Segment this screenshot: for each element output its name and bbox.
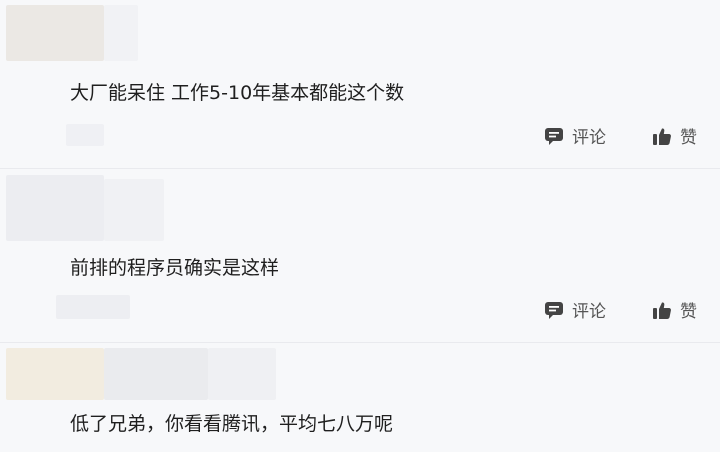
comment-list: 大厂能呆住 工作5-10年基本都能这个数 评论 赞 前排的程序员确实是这样 评论… [0, 0, 720, 452]
like-label: 赞 [680, 302, 697, 322]
blurred-user-info [6, 175, 104, 241]
blurred-user-info [104, 179, 164, 241]
like-button[interactable]: 赞 [652, 123, 697, 148]
comment-button[interactable]: 评论 [544, 297, 606, 322]
blurred-meta [66, 124, 104, 146]
blurred-meta [56, 295, 130, 319]
comment-item: 低了兄弟，你看看腾讯，平均七八万呢 [0, 343, 720, 452]
blurred-user-info [6, 5, 104, 61]
blurred-user-info [208, 348, 276, 400]
comment-text: 前排的程序员确实是这样 [70, 257, 280, 279]
comment-label: 评论 [572, 128, 606, 148]
blurred-user-info [6, 348, 104, 400]
comment-label: 评论 [572, 302, 606, 322]
comment-text: 大厂能呆住 工作5-10年基本都能这个数 [70, 82, 405, 104]
comment-button[interactable]: 评论 [544, 123, 606, 148]
blurred-user-info [104, 348, 208, 400]
like-button[interactable]: 赞 [652, 297, 697, 322]
comment-text: 低了兄弟，你看看腾讯，平均七八万呢 [70, 413, 394, 435]
blurred-user-info [104, 5, 138, 61]
comment-item: 前排的程序员确实是这样 评论 赞 [0, 169, 720, 342]
thumbs-up-icon [653, 127, 671, 145]
comment-item: 大厂能呆住 工作5-10年基本都能这个数 评论 赞 [0, 0, 720, 168]
like-label: 赞 [680, 128, 697, 148]
thumbs-up-icon [653, 301, 671, 319]
comment-bubble-icon [545, 301, 563, 319]
comment-bubble-icon [545, 127, 563, 145]
